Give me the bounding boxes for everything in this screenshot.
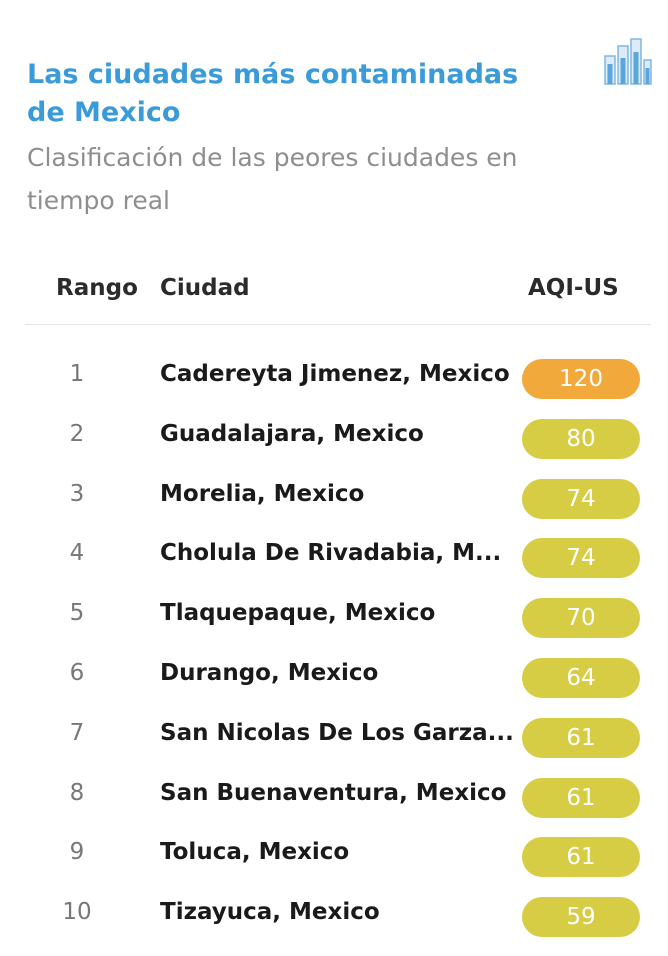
rank-value: 8 xyxy=(69,779,85,806)
rank-value: 4 xyxy=(69,540,85,567)
rank-value: 5 xyxy=(69,600,85,627)
aqi-badge: 74 xyxy=(522,538,640,579)
aqi-badge: 61 xyxy=(522,777,640,818)
city-link[interactable]: Cholula De Rivadabia, M... xyxy=(160,537,501,569)
aqi-badge: 64 xyxy=(522,657,640,698)
rank-value: 6 xyxy=(69,659,85,686)
table-row[interactable]: 4 Cholula De Rivadabia, M... 74 xyxy=(0,523,668,583)
aqi-badge: 80 xyxy=(522,418,640,459)
column-header-aqi: AQI-US xyxy=(528,275,619,301)
city-ranking-list: 1 Cadereyta Jimenez, Mexico 120 2 Guadal… xyxy=(0,344,668,942)
rank-value: 7 xyxy=(69,719,85,746)
table-row[interactable]: 10 Tizayuca, Mexico 59 xyxy=(0,882,668,942)
page-title: Las ciudades más contaminadas de Mexico xyxy=(27,59,519,128)
aqi-badge: 59 xyxy=(522,897,640,938)
page-subtitle: Clasificación de las peores ciudades en … xyxy=(27,143,518,215)
city-link[interactable]: Tizayuca, Mexico xyxy=(160,896,380,928)
table-row[interactable]: 8 San Buenaventura, Mexico 61 xyxy=(0,763,668,823)
aqi-badge: 120 xyxy=(522,359,640,399)
aqi-badge: 70 xyxy=(522,598,640,639)
rank-value: 10 xyxy=(62,899,92,926)
table-row[interactable]: 1 Cadereyta Jimenez, Mexico 120 xyxy=(0,344,668,404)
city-link[interactable]: San Nicolas De Los Garza... xyxy=(160,717,514,749)
city-link[interactable]: Cadereyta Jimenez, Mexico xyxy=(160,358,510,390)
table-row[interactable]: 5 Tlaquepaque, Mexico 70 xyxy=(0,583,668,643)
city-link[interactable]: Durango, Mexico xyxy=(160,657,378,689)
ranking-widget: Las ciudades más contaminadas de Mexico … xyxy=(0,0,668,956)
header-divider xyxy=(25,324,651,325)
column-header-rank: Rango xyxy=(56,275,138,301)
rank-value: 1 xyxy=(69,361,85,387)
city-link[interactable]: Morelia, Mexico xyxy=(160,478,364,510)
rank-value: 3 xyxy=(69,480,85,507)
rank-value: 2 xyxy=(69,420,85,447)
city-link[interactable]: Guadalajara, Mexico xyxy=(160,418,424,450)
aqi-badge: 61 xyxy=(522,837,640,878)
bar-chart-icon[interactable] xyxy=(604,38,652,86)
table-row[interactable]: 3 Morelia, Mexico 74 xyxy=(0,464,668,524)
table-row[interactable]: 7 San Nicolas De Los Garza... 61 xyxy=(0,703,668,763)
aqi-badge: 74 xyxy=(522,478,640,519)
rank-value: 9 xyxy=(69,839,85,866)
city-link[interactable]: Toluca, Mexico xyxy=(160,836,349,868)
table-row[interactable]: 2 Guadalajara, Mexico 80 xyxy=(0,404,668,464)
table-row[interactable]: 9 Toluca, Mexico 61 xyxy=(0,822,668,882)
column-header-city: Ciudad xyxy=(160,275,250,301)
table-row[interactable]: 6 Durango, Mexico 64 xyxy=(0,643,668,703)
aqi-badge: 61 xyxy=(522,717,640,758)
city-link[interactable]: San Buenaventura, Mexico xyxy=(160,777,506,809)
city-link[interactable]: Tlaquepaque, Mexico xyxy=(160,597,435,629)
